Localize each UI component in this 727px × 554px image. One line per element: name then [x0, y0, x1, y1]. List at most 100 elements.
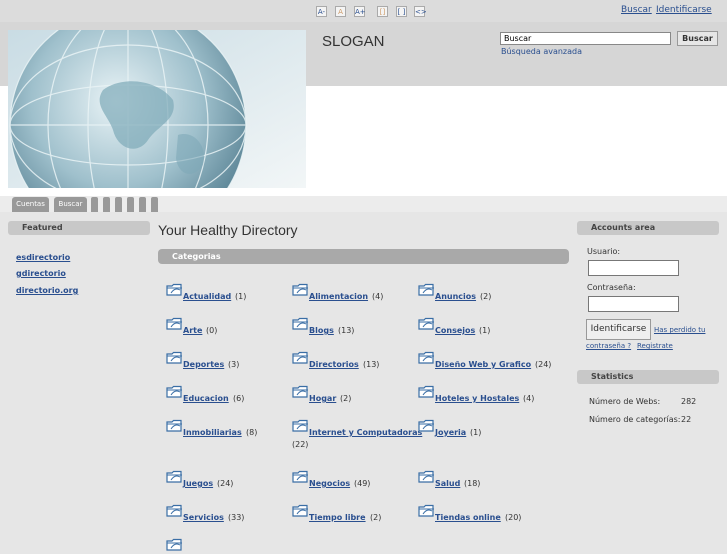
- category-count: (13): [338, 326, 355, 335]
- category-count: (2): [370, 513, 382, 522]
- folder-icon: [418, 470, 435, 484]
- category-link[interactable]: Joyeria: [435, 428, 466, 437]
- tab-placeholder[interactable]: [127, 197, 134, 212]
- category-count: (18): [464, 479, 481, 488]
- folder-icon: [292, 470, 309, 484]
- category-link[interactable]: Alimentacion: [309, 292, 368, 301]
- forgot-password-link[interactable]: contraseña ?: [586, 342, 631, 350]
- category-link[interactable]: Juegos: [183, 479, 213, 488]
- category-link[interactable]: Anuncios: [435, 292, 476, 301]
- page-title: Your Healthy Directory: [158, 222, 298, 238]
- category-link[interactable]: Tiempo libre: [309, 513, 366, 522]
- layout-narrow-button[interactable]: []: [377, 6, 388, 17]
- globe-banner-image: [8, 30, 306, 188]
- top-search-link[interactable]: Buscar: [621, 5, 652, 15]
- top-login-link[interactable]: Identificarse: [656, 5, 712, 15]
- category-count: (8): [246, 428, 258, 437]
- site-slogan: SLOGAN: [322, 33, 385, 50]
- tab-cuentas[interactable]: Cuentas: [12, 197, 49, 212]
- folder-icon: [166, 317, 183, 331]
- folder-icon: [292, 504, 309, 518]
- font-reset-button[interactable]: A: [335, 6, 346, 17]
- login-button[interactable]: Identificarse: [586, 319, 651, 340]
- password-label: Contraseña:: [587, 283, 636, 292]
- password-field[interactable]: [588, 296, 679, 312]
- folder-icon: [418, 283, 435, 297]
- category-link[interactable]: Hoteles y Hostales: [435, 394, 519, 403]
- category-link[interactable]: Internet y Computadoras: [309, 428, 422, 437]
- category-link[interactable]: Diseño Web y Grafico: [435, 360, 531, 369]
- category-count: (24): [217, 479, 234, 488]
- font-decrease-button[interactable]: A-: [316, 6, 327, 17]
- header-search-input[interactable]: [500, 32, 671, 45]
- folder-icon: [418, 385, 435, 399]
- category-count: (1): [479, 326, 491, 335]
- folder-icon: [292, 283, 309, 297]
- folder-icon: [166, 504, 183, 518]
- category-link[interactable]: Servicios: [183, 513, 224, 522]
- featured-link[interactable]: esdirectorio: [16, 253, 70, 262]
- stat-value: 282: [681, 397, 697, 406]
- layout-wide-button[interactable]: [ ]: [396, 6, 407, 17]
- category-count: (2): [480, 292, 492, 301]
- stat-label: Número de categorías:: [589, 415, 681, 424]
- category-link[interactable]: Blogs: [309, 326, 334, 335]
- category-count: (2): [340, 394, 352, 403]
- category-link[interactable]: Arte: [183, 326, 202, 335]
- category-link[interactable]: Educacion: [183, 394, 229, 403]
- folder-icon: [292, 385, 309, 399]
- category-count: (49): [354, 479, 371, 488]
- featured-heading: Featured: [8, 221, 150, 235]
- featured-link[interactable]: gdirectorio: [16, 269, 66, 278]
- category-count: (3): [228, 360, 240, 369]
- category-link[interactable]: Consejos: [435, 326, 475, 335]
- category-link[interactable]: Hogar: [309, 394, 336, 403]
- register-link[interactable]: Registrate: [637, 342, 673, 350]
- category-link[interactable]: Actualidad: [183, 292, 231, 301]
- folder-icon: [292, 419, 309, 433]
- folder-icon: [418, 317, 435, 331]
- folder-icon: [418, 419, 435, 433]
- category-count: (0): [206, 326, 218, 335]
- font-increase-button[interactable]: A+: [354, 6, 366, 17]
- username-label: Usuario:: [587, 247, 621, 256]
- category-count: (20): [505, 513, 522, 522]
- folder-icon: [292, 351, 309, 365]
- featured-link[interactable]: directorio.org: [16, 286, 78, 295]
- categories-heading: Categorias: [158, 249, 569, 264]
- folder-icon: [166, 419, 183, 433]
- category-count: (1): [470, 428, 482, 437]
- category-link[interactable]: Salud: [435, 479, 460, 488]
- forgot-password-link[interactable]: Has perdido tu: [654, 326, 705, 334]
- stat-label: Número de Webs:: [589, 397, 661, 406]
- folder-icon: [418, 351, 435, 365]
- tab-placeholder[interactable]: [103, 197, 110, 212]
- folder-icon: [166, 283, 183, 297]
- category-count: (22): [292, 440, 309, 449]
- layout-fluid-button[interactable]: <>: [414, 6, 427, 17]
- username-field[interactable]: [588, 260, 679, 276]
- category-link[interactable]: Directorios: [309, 360, 359, 369]
- category-count: (1): [235, 292, 247, 301]
- folder-icon: [292, 317, 309, 331]
- category-link[interactable]: Deportes: [183, 360, 224, 369]
- category-link[interactable]: Tiendas online: [435, 513, 501, 522]
- category-link[interactable]: Negocios: [309, 479, 350, 488]
- category-count: (4): [523, 394, 535, 403]
- folder-icon: [166, 538, 183, 552]
- tab-buscar[interactable]: Buscar: [54, 197, 87, 212]
- tab-placeholder[interactable]: [151, 197, 158, 212]
- stat-value: 22: [681, 415, 692, 424]
- accounts-heading: Accounts area: [577, 221, 719, 235]
- tab-placeholder[interactable]: [139, 197, 146, 212]
- folder-icon: [166, 470, 183, 484]
- advanced-search-link[interactable]: Búsqueda avanzada: [501, 47, 582, 56]
- statistics-heading: Statistics: [577, 370, 719, 384]
- tab-placeholder[interactable]: [115, 197, 122, 212]
- category-count: (13): [363, 360, 380, 369]
- category-link[interactable]: Inmobiliarias: [183, 428, 242, 437]
- tab-placeholder[interactable]: [91, 197, 98, 212]
- category-count: (4): [372, 292, 384, 301]
- folder-icon: [418, 504, 435, 518]
- header-search-button[interactable]: Buscar: [677, 31, 718, 46]
